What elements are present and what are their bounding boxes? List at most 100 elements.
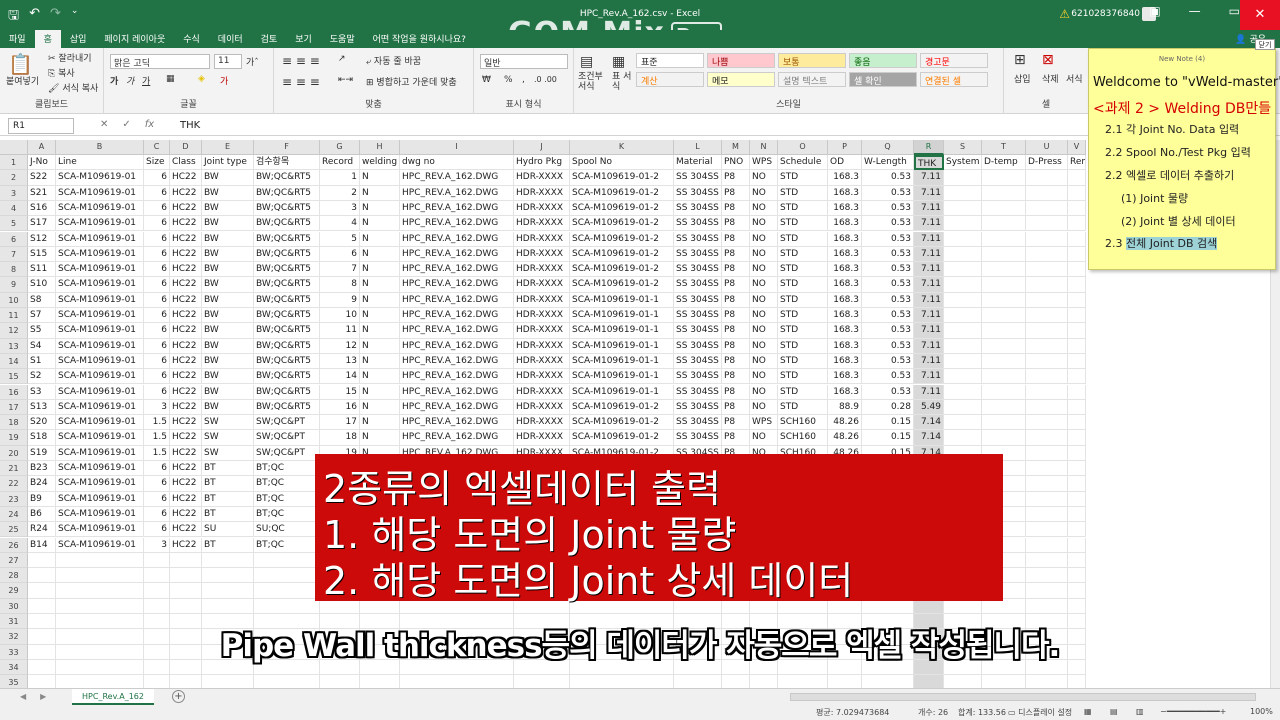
table-cell[interactable]: 168.3 (828, 353, 862, 370)
table-cell[interactable]: HC22 (170, 338, 202, 354)
table-cell[interactable]: HDR-XXXX (514, 292, 570, 308)
table-cell[interactable]: HC22 (170, 216, 202, 232)
table-cell[interactable] (982, 353, 1026, 370)
table-cell[interactable]: SCA-M109619-01 (56, 231, 144, 247)
table-cell[interactable]: 1 (320, 170, 360, 186)
table-cell[interactable]: 7.11 (914, 292, 944, 308)
row-header[interactable]: 27 (0, 552, 28, 569)
table-cell[interactable]: HC22 (170, 200, 202, 217)
table-cell[interactable]: HDR-XXXX (514, 170, 570, 186)
bold-button[interactable]: 가 (110, 74, 118, 87)
table-cell[interactable]: BT;QC (254, 506, 320, 523)
table-cell[interactable] (982, 200, 1026, 217)
table-cell[interactable]: SS 304SS (674, 415, 722, 431)
table-cell[interactable]: B9 (28, 491, 56, 507)
header-cell[interactable]: Hydro Pkg (514, 155, 570, 171)
table-cell[interactable]: WPS (750, 415, 778, 431)
table-cell[interactable]: BW;QC&RT5 (254, 216, 320, 232)
table-cell[interactable]: HC22 (170, 461, 202, 477)
table-cell[interactable] (1026, 491, 1068, 507)
table-cell[interactable]: SCA-M109619-01-2 (570, 231, 674, 247)
table-cell[interactable]: STD (778, 338, 828, 354)
table-cell[interactable] (1068, 353, 1086, 370)
table-cell[interactable]: S2 (28, 369, 56, 385)
table-cell[interactable]: NO (750, 353, 778, 370)
user-id[interactable]: 621028376840 (1071, 9, 1140, 19)
table-cell[interactable]: N (360, 399, 400, 416)
table-cell[interactable]: 7.11 (914, 353, 944, 370)
table-cell[interactable]: 0.53 (862, 185, 914, 201)
table-cell[interactable]: 14 (320, 369, 360, 385)
table-cell[interactable]: HPC_REV.A_162.DWG (400, 200, 514, 217)
table-cell[interactable]: N (360, 353, 400, 370)
table-cell[interactable] (982, 231, 1026, 247)
table-cell[interactable]: SCA-M109619-01 (56, 308, 144, 324)
table-cell[interactable]: SW;QC&PT (254, 445, 320, 461)
table-cell[interactable] (1068, 308, 1086, 324)
table-cell[interactable] (1068, 292, 1086, 308)
column-header-F[interactable]: F (254, 140, 320, 155)
table-cell[interactable]: HC22 (170, 476, 202, 492)
cell-style-8[interactable]: 셀 확인 (849, 72, 917, 87)
table-cell[interactable]: 6 (144, 369, 170, 385)
table-cell[interactable]: HC22 (170, 323, 202, 339)
column-header-B[interactable]: B (56, 140, 144, 155)
paste-button[interactable]: 붙여넣기 (6, 74, 39, 87)
table-cell[interactable]: BW;QC&RT5 (254, 200, 320, 217)
table-cell[interactable]: NO (750, 170, 778, 186)
table-cell[interactable]: HC22 (170, 231, 202, 247)
table-cell[interactable]: HDR-XXXX (514, 231, 570, 247)
table-cell[interactable]: 7 (320, 262, 360, 278)
delete-cells-icon[interactable]: ⊠ (1042, 52, 1054, 68)
table-cell[interactable]: HPC_REV.A_162.DWG (400, 262, 514, 278)
cell-style-0[interactable]: 표준 (636, 53, 704, 68)
table-cell[interactable]: 7.11 (914, 277, 944, 293)
cell-style-1[interactable]: 나쁨 (707, 53, 775, 68)
table-cell[interactable]: SCA-M109619-01 (56, 262, 144, 278)
table-cell[interactable]: P8 (722, 231, 750, 247)
table-cell[interactable]: SCA-M109619-01 (56, 338, 144, 354)
table-cell[interactable] (862, 675, 914, 688)
table-cell[interactable]: P8 (722, 185, 750, 201)
table-cell[interactable]: SCA-M109619-01-1 (570, 323, 674, 339)
table-cell[interactable]: P8 (722, 292, 750, 308)
table-cell[interactable]: BW (202, 277, 254, 293)
table-cell[interactable]: 6 (144, 231, 170, 247)
table-cell[interactable]: 16 (320, 399, 360, 416)
table-cell[interactable]: 9 (320, 292, 360, 308)
row-header[interactable]: 3 (0, 185, 28, 201)
table-cell[interactable]: SCA-M109619-01-2 (570, 399, 674, 416)
table-cell[interactable]: HPC_REV.A_162.DWG (400, 231, 514, 247)
table-cell[interactable] (170, 583, 202, 599)
column-header-J[interactable]: J (514, 140, 570, 155)
table-cell[interactable]: NO (750, 323, 778, 339)
cell-style-7[interactable]: 설명 텍스트 (778, 72, 846, 87)
table-cell[interactable]: HDR-XXXX (514, 308, 570, 324)
cell-style-9[interactable]: 연결된 셀 (920, 72, 988, 87)
table-cell[interactable]: HPC_REV.A_162.DWG (400, 277, 514, 293)
table-cell[interactable]: SS 304SS (674, 231, 722, 247)
column-header-V[interactable]: V (1068, 140, 1086, 155)
table-cell[interactable]: 168.3 (828, 216, 862, 232)
table-cell[interactable]: 6 (144, 338, 170, 354)
table-cell[interactable]: SCA-M109619-01-2 (570, 262, 674, 278)
table-cell[interactable]: SCA-M109619-01-2 (570, 277, 674, 293)
table-cell[interactable]: BW (202, 384, 254, 400)
fill-color-icon[interactable]: ◈ (198, 74, 205, 84)
row-header[interactable]: 11 (0, 308, 28, 324)
table-cell[interactable]: BW (202, 308, 254, 324)
table-cell[interactable]: HC22 (170, 537, 202, 553)
table-cell[interactable] (944, 399, 982, 416)
table-cell[interactable]: HPC_REV.A_162.DWG (400, 246, 514, 263)
row-header[interactable]: 22 (0, 476, 28, 492)
table-cell[interactable] (1068, 216, 1086, 232)
table-cell[interactable] (28, 552, 56, 569)
table-cell[interactable]: P8 (722, 384, 750, 400)
table-cell[interactable]: SCA-M109619-01 (56, 216, 144, 232)
table-cell[interactable]: P8 (722, 200, 750, 217)
table-cell[interactable]: P8 (722, 399, 750, 416)
table-cell[interactable]: HPC_REV.A_162.DWG (400, 185, 514, 201)
row-header[interactable]: 21 (0, 461, 28, 477)
table-cell[interactable]: 10 (320, 308, 360, 324)
row-header[interactable]: 14 (0, 353, 28, 370)
